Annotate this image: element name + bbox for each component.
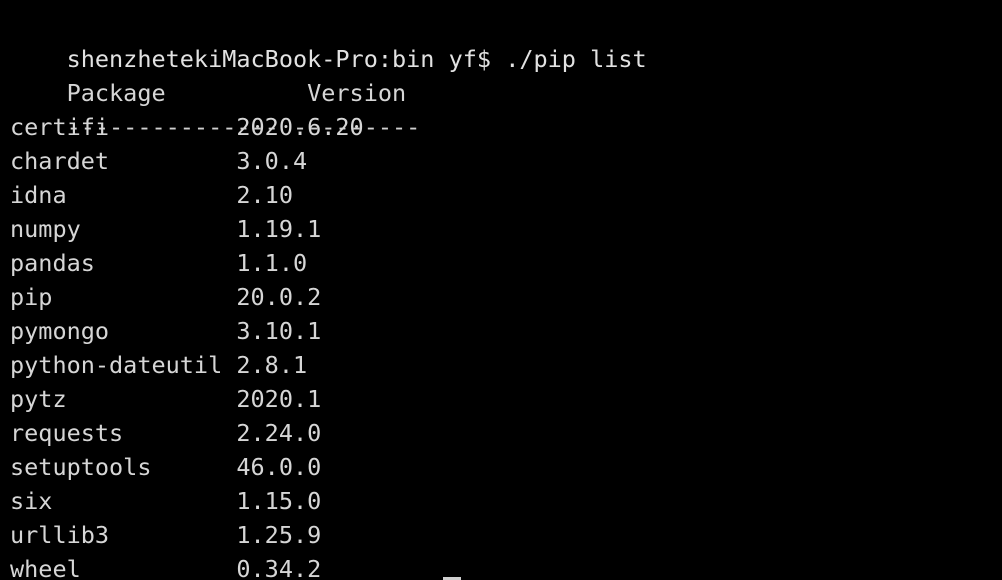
package-row: requests 2.24.0 [10,416,1002,450]
package-version: 3.10.1 [236,317,322,345]
package-list: certifi 2020.6.20 chardet 3.0.4 idna 2.10 n… [10,110,1002,580]
package-version: 1.25.9 [236,521,322,549]
shell-prompt-line: shenzhetekiMacBook-Pro:bin yf$ ./pip lis… [10,8,1002,73]
package-row: chardet 3.0.4 [10,144,1002,178]
package-version: 2.8.1 [236,351,308,379]
package-name: six [10,487,237,515]
package-name: pip [10,283,237,311]
package-row: python-dateutil 2.8.1 [10,348,1002,382]
package-name: setuptools [10,453,237,481]
package-name: numpy [10,215,237,243]
package-name: idna [10,181,237,209]
package-version: 3.0.4 [236,147,308,175]
package-row: pandas 1.1.0 [10,246,1002,280]
package-version: 46.0.0 [236,453,322,481]
package-row: numpy 1.19.1 [10,212,1002,246]
package-version: 20.0.2 [236,283,322,311]
package-version: 2020.6.20 [236,113,364,141]
prompt-command-text: shenzhetekiMacBook-Pro:bin yf$ ./pip lis… [66,45,647,73]
package-row: setuptools 46.0.0 [10,450,1002,484]
package-name: pymongo [10,317,237,345]
package-version: 2020.1 [236,385,322,413]
package-version: 1.15.0 [236,487,322,515]
package-row: pymongo 3.10.1 [10,314,1002,348]
package-version: 0.34.2 [236,555,322,580]
package-row: urllib3 1.25.9 [10,518,1002,552]
package-version: 2.24.0 [236,419,322,447]
package-version: 1.1.0 [236,249,308,277]
package-name: wheel [10,555,237,580]
package-name: requests [10,419,237,447]
package-name: urllib3 [10,521,237,549]
package-name: chardet [10,147,237,175]
package-name: pytz [10,385,237,413]
package-row: six 1.15.0 [10,484,1002,518]
package-row: idna 2.10 [10,178,1002,212]
package-row: certifi 2020.6.20 [10,110,1002,144]
package-name: certifi [10,113,237,141]
package-name: python-dateutil [10,351,237,379]
terminal-window[interactable]: shenzhetekiMacBook-Pro:bin yf$ ./pip lis… [0,0,1002,580]
package-version: 1.19.1 [236,215,322,243]
package-row: pytz 2020.1 [10,382,1002,416]
package-row: wheel 0.34.2 [10,552,1002,580]
column-header-package: Package Version [66,79,407,107]
package-name: pandas [10,249,237,277]
package-version: 2.10 [236,181,293,209]
package-row: pip 20.0.2 [10,280,1002,314]
